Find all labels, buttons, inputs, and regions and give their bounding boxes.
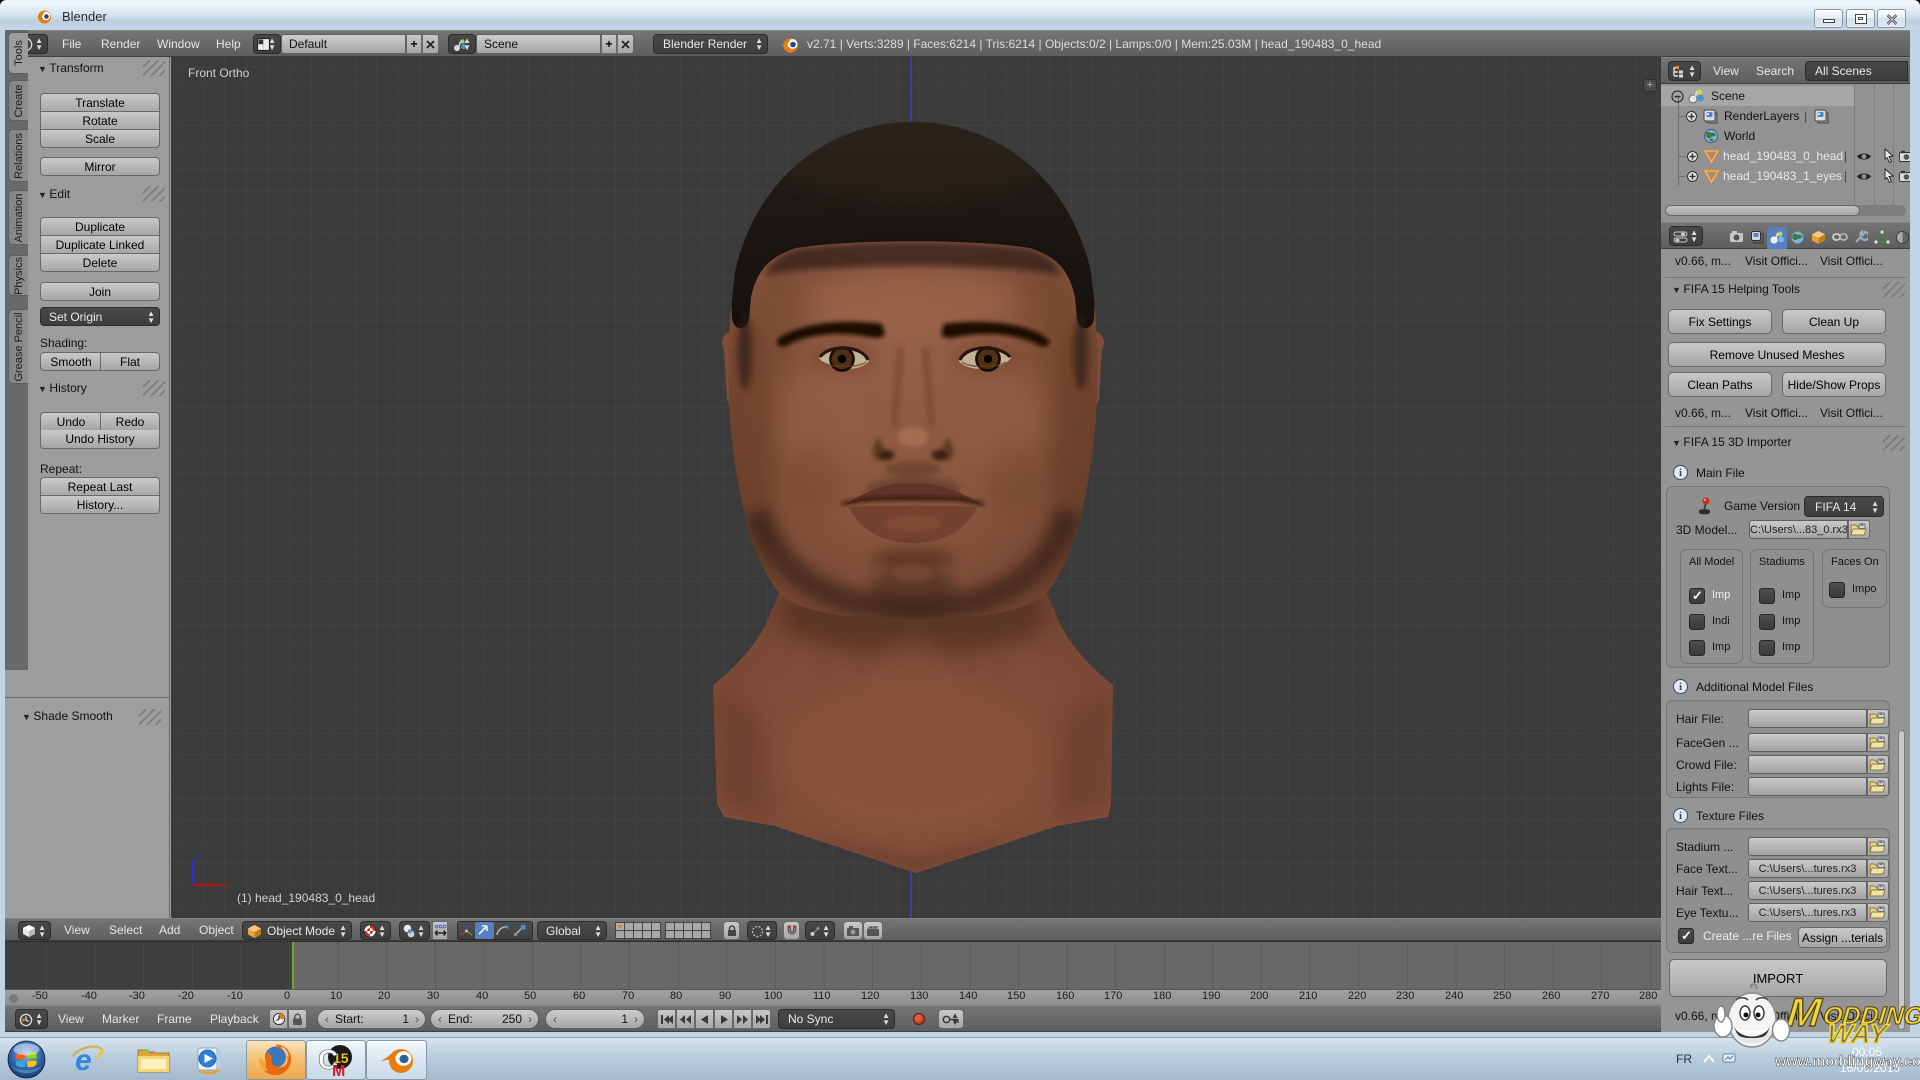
svg-text:x: x	[223, 880, 228, 890]
svg-text:M: M	[1785, 991, 1825, 1035]
svg-text:Z: Z	[196, 852, 202, 862]
svg-text:www.moddingway.com: www.moddingway.com	[1774, 1054, 1920, 1070]
svg-text:M: M	[332, 1063, 345, 1078]
svg-text:WAY: WAY	[1826, 1018, 1892, 1049]
